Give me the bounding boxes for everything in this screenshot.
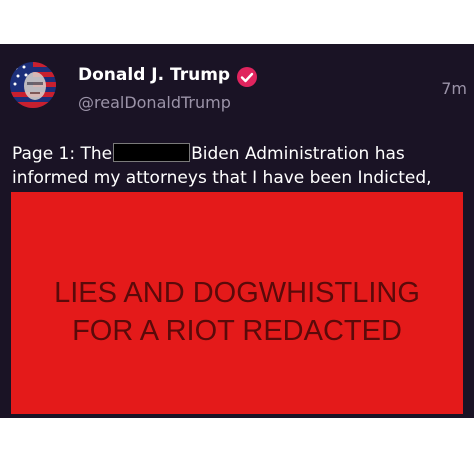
avatar[interactable] xyxy=(10,62,56,108)
verified-badge-icon xyxy=(236,66,258,88)
post-text-suffix: Biden Administration has xyxy=(191,144,405,164)
post-card: Donald J. Trump @realDonaldTrump 7m Page… xyxy=(0,44,474,418)
post-timestamp[interactable]: 7m xyxy=(441,79,467,98)
overlay-line-2: FOR A RIOT REDACTED xyxy=(72,315,402,347)
flag-portrait-icon xyxy=(10,62,56,108)
author-handle[interactable]: @realDonaldTrump xyxy=(78,93,231,112)
redaction-overlay: LIES AND DOGWHISTLING FOR A RIOT REDACTE… xyxy=(11,192,463,414)
author-name[interactable]: Donald J. Trump xyxy=(78,65,230,85)
redaction-bar xyxy=(113,143,191,162)
overlay-line-1: LIES AND DOGWHISTLING xyxy=(54,277,420,309)
overlay-text: LIES AND DOGWHISTLING FOR A RIOT REDACTE… xyxy=(11,274,463,350)
post-text-line-2: informed my attorneys that I have been I… xyxy=(12,168,432,188)
post-text-line-1: Page 1: The Biden Administration has xyxy=(12,143,405,164)
post-text-prefix: Page 1: The xyxy=(12,144,113,164)
